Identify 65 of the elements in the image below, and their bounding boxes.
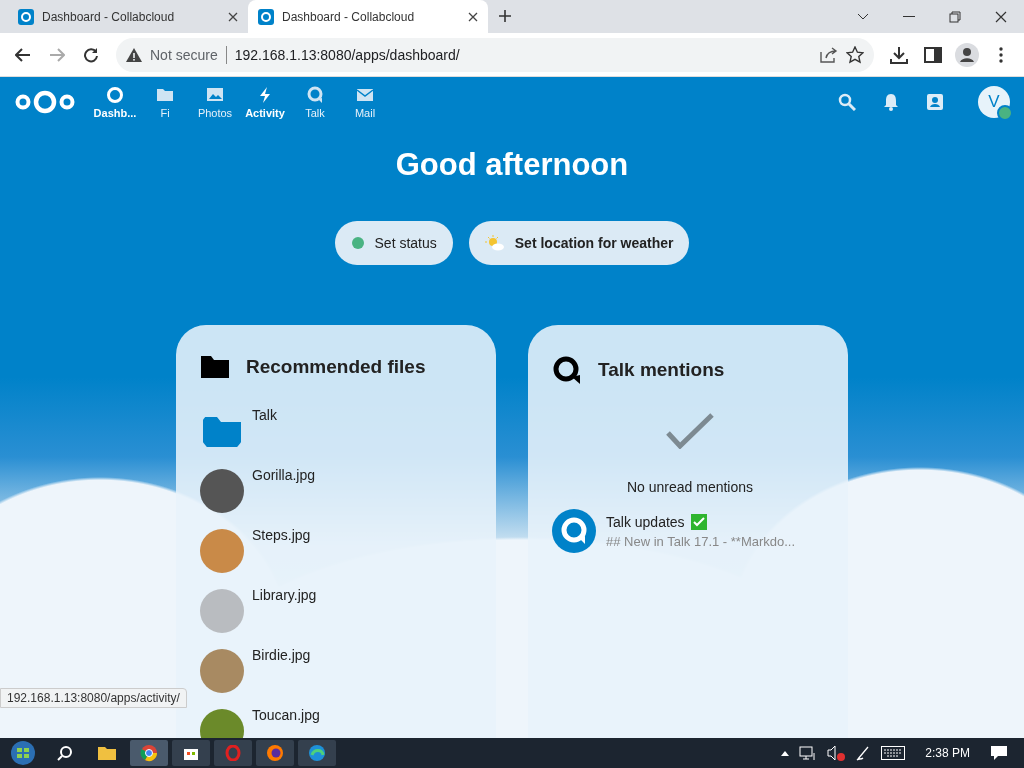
file-item[interactable]: Gorilla.jpg [200,461,476,521]
close-icon[interactable] [995,10,1007,23]
card-title: Talk mentions [598,359,725,381]
new-tab-icon[interactable] [498,9,512,23]
status-dot-icon [350,236,365,250]
app-nav-item[interactable]: Activity [240,77,290,127]
chevron-down-icon[interactable] [857,12,869,21]
keyboard-icon[interactable] [881,746,906,760]
network-icon[interactable] [799,745,818,761]
weather-button[interactable]: Set location for weather [468,221,690,265]
photo-placeholder [200,469,244,513]
file-item[interactable]: Steps.jpg [200,521,476,581]
app-nav-item[interactable]: Mail [340,77,390,127]
minimize-icon[interactable] [903,15,915,18]
chat-avatar-icon [552,509,596,553]
mention-preview: ## New in Talk 17.1 - **Markdo... [606,533,796,549]
restore-icon[interactable] [949,10,961,23]
ring-icon [106,85,124,104]
user-avatar[interactable]: V [978,86,1010,118]
file-item[interactable]: Birdie.jpg [200,641,476,701]
sun-cloud-icon [484,235,505,251]
mention-item[interactable]: Talk updates ## New in Talk 17.1 - **Markdo... [552,509,828,553]
photo-placeholder [200,589,244,633]
greeting: Good afternoon [394,147,630,183]
card-title: Recommended files [246,356,426,378]
image-icon [206,85,224,104]
browser-tab[interactable]: Dashboard - Collabcloud [8,0,248,33]
bell-icon[interactable] [882,93,900,111]
reload-icon[interactable] [83,46,99,63]
chat-icon [552,355,582,385]
browser-taskbar-icon[interactable] [130,740,168,766]
app-nav-item[interactable]: Dashb... [90,77,140,127]
status-button[interactable]: Set status [334,221,453,265]
share-icon[interactable] [820,46,838,63]
folder-icon [200,355,230,379]
empty-message: No unread mentions [626,479,754,495]
volume-muted-icon[interactable] [827,745,846,761]
browser-tab[interactable]: Dashboard - Collabcloud [248,0,488,33]
clock[interactable]: 2:38 PM [925,746,970,760]
photo-placeholder [200,649,244,693]
chat-icon [306,85,324,104]
star-icon[interactable] [846,45,864,64]
contacts-icon[interactable] [926,92,944,112]
store-icon[interactable] [172,740,210,766]
wave-taskbar-icon[interactable] [298,740,336,766]
app-nav-item[interactable]: Photos [190,77,240,127]
file-item[interactable]: Talk [200,401,476,461]
caret-icon[interactable] [781,750,790,756]
address-bar[interactable]: Not secure 192.168.1.13:8080/apps/dashboard/ [116,37,874,72]
app-logo-icon [18,8,34,25]
close-icon[interactable] [468,11,478,22]
status-url: 192.168.1.13:8080/apps/activity/ [0,688,187,708]
app-logo-icon [258,8,274,25]
close-icon[interactable] [228,11,238,22]
file-item[interactable]: Library.jpg [200,581,476,641]
check-box-icon [690,513,707,530]
warning-icon [126,47,142,62]
back-arrow-icon[interactable] [15,47,31,62]
app-nav-item[interactable]: Fi [140,77,190,127]
notification-icon[interactable] [990,745,1008,761]
app-nav-item[interactable]: Talk [290,77,340,127]
fox-taskbar-icon[interactable] [256,740,294,766]
mention-title: Talk updates [606,513,685,530]
checkmark-icon [666,413,714,449]
photo-placeholder [200,529,244,573]
